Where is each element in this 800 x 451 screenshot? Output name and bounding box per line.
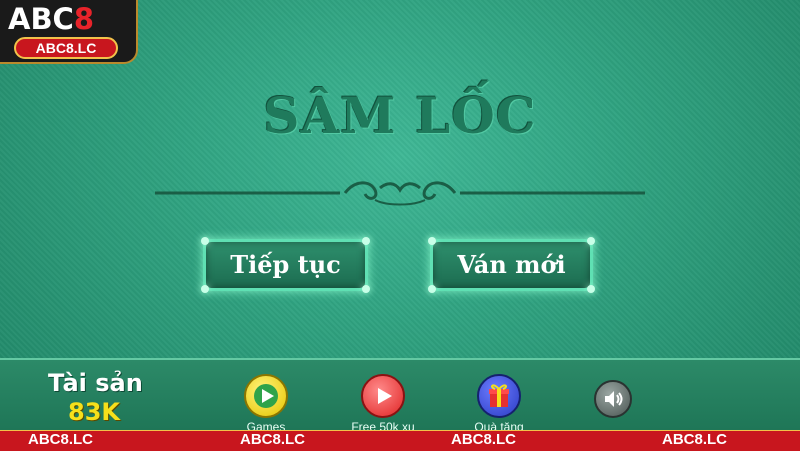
brand-logo: ABC8 ABC8.LC (0, 0, 138, 64)
game-title: SÂM LỐC (263, 86, 537, 145)
free-coins-video-button[interactable] (361, 374, 405, 418)
logo-wordmark: ABC8 (8, 2, 95, 36)
video-play-icon (378, 388, 392, 404)
ornamental-divider (155, 181, 645, 206)
watermark-text: ABC8.LC (662, 431, 728, 448)
watermark-text: ABC8.LC (451, 431, 517, 448)
continue-button-label: Tiếp tục (230, 250, 341, 279)
logo-domain: ABC8.LC (14, 37, 118, 59)
continue-button[interactable]: Tiếp tục (201, 237, 370, 293)
watermark-text: ABC8.LC (28, 431, 94, 448)
play-icon (254, 384, 278, 408)
gift-button[interactable] (477, 374, 521, 418)
assets-label: Tài sản (48, 369, 143, 397)
sound-toggle-button[interactable] (594, 380, 632, 418)
speaker-icon (605, 391, 623, 407)
new-game-button-label: Ván mới (457, 250, 566, 279)
assets-value: 83K (68, 398, 120, 426)
games-button[interactable] (244, 374, 288, 418)
new-game-button[interactable]: Ván mới (428, 237, 595, 293)
watermark-text: ABC8.LC (240, 431, 306, 448)
gift-icon (489, 384, 509, 407)
